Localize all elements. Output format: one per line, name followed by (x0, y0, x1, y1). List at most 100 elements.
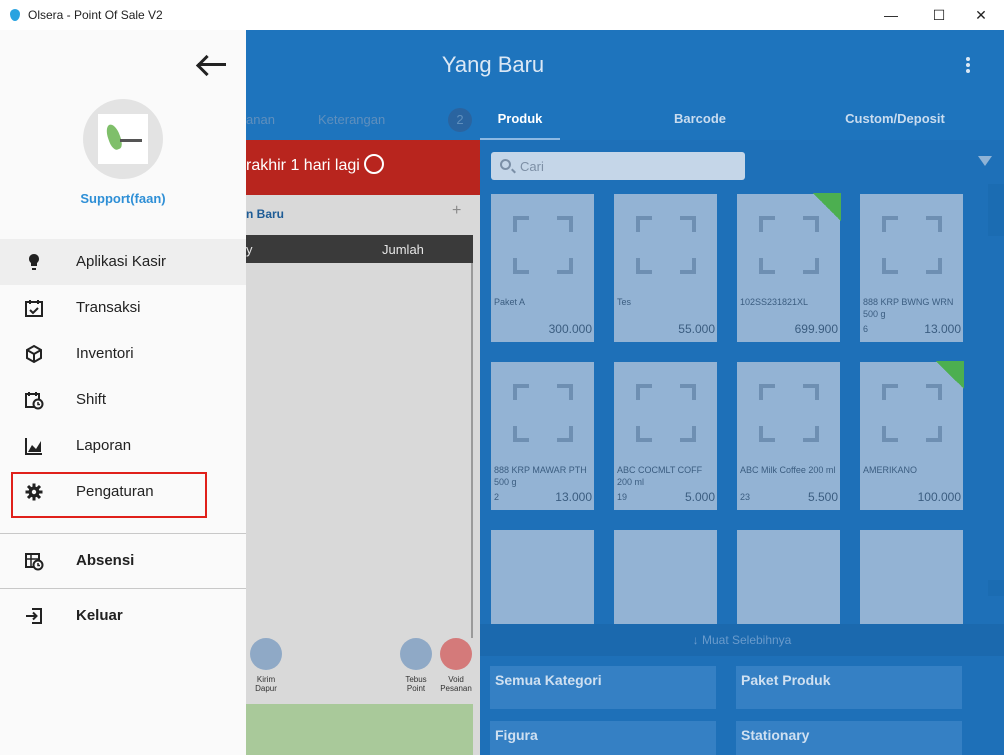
product-stock: 19 (617, 492, 628, 502)
menu-keluar[interactable]: Keluar (0, 593, 246, 639)
product-card[interactable]: ABC Milk Coffee 200 ml 23 5.500 (737, 362, 840, 510)
smile-icon (364, 154, 384, 174)
product-card[interactable]: Tes 55.000 (614, 194, 717, 342)
scroll-down-button[interactable] (988, 580, 1004, 596)
menu-inventori[interactable]: Inventori (0, 331, 246, 377)
app-window: Olsera - Point Of Sale V2 — ☐ ✕ Yang Bar… (0, 0, 1004, 755)
void-pesanan-button[interactable] (440, 638, 472, 670)
image-placeholder-icon (636, 216, 696, 274)
promo-ribbon-icon (936, 361, 964, 389)
product-card[interactable] (737, 530, 840, 624)
title-bar: Olsera - Point Of Sale V2 — ☐ ✕ (0, 0, 1004, 30)
column-jumlah: Jumlah (382, 242, 424, 257)
menu-absensi[interactable]: Absensi (0, 538, 246, 584)
category-paket-produk[interactable]: Paket Produk (736, 666, 962, 709)
kirim-dapur-label: Kirim Dapur (255, 675, 277, 693)
tab-barcode[interactable]: Barcode (640, 110, 760, 140)
maximize-button[interactable]: ☐ (916, 0, 962, 30)
window-title: Olsera - Point Of Sale V2 (28, 8, 163, 22)
pengaturan-highlight-box (11, 472, 207, 518)
product-name: Paket A (494, 297, 526, 307)
add-order-button[interactable]: + (452, 202, 461, 220)
product-card[interactable]: AMERIKANO 100.000 (860, 361, 964, 510)
void-pesanan-label: Void Pesanan (440, 675, 472, 693)
category-label: Paket Produk (741, 672, 831, 688)
product-name: AMERIKANO (863, 465, 918, 475)
product-card[interactable] (614, 530, 717, 624)
product-card[interactable]: 888 KRP MAWAR PTH 500 g 2 13.000 (491, 362, 594, 510)
products-panel: Cari Paket A 300.000 Tes 55.000 102SS231821X… (480, 140, 1004, 755)
product-name: Tes (617, 297, 632, 307)
tebus-point-button[interactable] (400, 638, 432, 670)
product-name: 888 KRP MAWAR PTH 500 g (494, 465, 587, 487)
product-name: ABC Milk Coffee 200 ml (740, 465, 836, 475)
divider (0, 533, 246, 534)
product-price: 5.000 (684, 490, 715, 504)
tab-pesanan[interactable]: anan (246, 112, 275, 127)
navigation-drawer: Support(faan) Aplikasi Kasir Transaksi I… (0, 30, 246, 755)
image-placeholder-icon (759, 384, 819, 442)
menu-label: Aplikasi Kasir (76, 253, 167, 270)
promo-ribbon-icon (813, 193, 841, 221)
product-price: 699.900 (794, 322, 838, 336)
logout-icon (26, 608, 42, 624)
category-semua[interactable]: Semua Kategori (490, 666, 716, 709)
load-more-label: Muat Selebihnya (701, 633, 792, 647)
image-placeholder-icon (759, 216, 819, 274)
product-card[interactable]: 102SS231821XL 699.900 (737, 193, 841, 342)
menu-transaksi[interactable]: Transaksi (0, 285, 246, 331)
menu-label: Keluar (76, 607, 123, 624)
product-name: 888 KRP BWNG WRN 500 g (863, 297, 954, 319)
order-title: n Baru (246, 207, 285, 221)
category-figura[interactable]: Figura (490, 721, 716, 755)
product-card[interactable]: 888 KRP BWNG WRN 500 g 6 13.000 (860, 194, 963, 342)
close-button[interactable]: ✕ (958, 0, 1004, 30)
product-price: 13.000 (555, 490, 592, 504)
product-price: 55.000 (678, 322, 715, 336)
more-menu-icon[interactable] (958, 54, 978, 76)
product-name: ABC COCMLT COFF 200 ml (617, 465, 703, 487)
product-card[interactable]: ABC COCMLT COFF 200 ml 19 5.000 (614, 362, 717, 510)
column-qty: y (246, 242, 253, 257)
product-stock: 23 (740, 492, 751, 502)
category-stationary[interactable]: Stationary (736, 721, 962, 755)
image-placeholder-icon (513, 384, 573, 442)
product-price: 300.000 (548, 322, 592, 336)
minimize-button[interactable]: — (868, 0, 914, 30)
image-placeholder-icon (882, 384, 942, 442)
menu-label: Inventori (76, 345, 134, 362)
search-input[interactable]: Cari (491, 152, 745, 180)
scrollbar-top[interactable] (988, 184, 1004, 236)
avatar (83, 99, 163, 179)
product-price: 13.000 (924, 322, 961, 336)
tab-custom-deposit[interactable]: Custom/Deposit (830, 110, 960, 140)
load-more-button[interactable]: ↓ Muat Selebihnya (480, 624, 1004, 656)
calendar-check-icon (25, 300, 43, 317)
username-label[interactable]: Support(faan) (0, 191, 246, 206)
order-count-badge[interactable]: 2 (448, 108, 472, 132)
box-icon (26, 344, 42, 364)
divider (0, 588, 246, 589)
product-card[interactable]: Paket A 300.000 (491, 194, 594, 342)
filter-icon[interactable] (978, 156, 992, 166)
product-price: 100.000 (917, 490, 961, 504)
back-arrow-icon[interactable] (195, 50, 229, 78)
product-card[interactable] (860, 530, 963, 624)
image-placeholder-icon (636, 384, 696, 442)
kirim-dapur-button[interactable] (250, 638, 282, 670)
category-label: Figura (495, 727, 538, 743)
trial-banner-text: rakhir 1 hari lagi (246, 157, 360, 174)
search-placeholder: Cari (520, 159, 544, 174)
menu-laporan[interactable]: Laporan (0, 423, 246, 469)
menu-aplikasi-kasir[interactable]: Aplikasi Kasir (0, 239, 246, 285)
menu-label: Transaksi (76, 299, 141, 316)
tab-keterangan[interactable]: Keterangan (318, 112, 385, 127)
menu-label: Shift (76, 391, 107, 408)
tab-produk[interactable]: Produk (480, 110, 560, 140)
chart-area-icon (25, 438, 42, 455)
menu-shift[interactable]: Shift (0, 377, 246, 423)
product-card[interactable] (491, 530, 594, 624)
product-stock: 2 (494, 492, 500, 502)
store-logo (98, 114, 148, 164)
product-name: 102SS231821XL (740, 297, 809, 307)
